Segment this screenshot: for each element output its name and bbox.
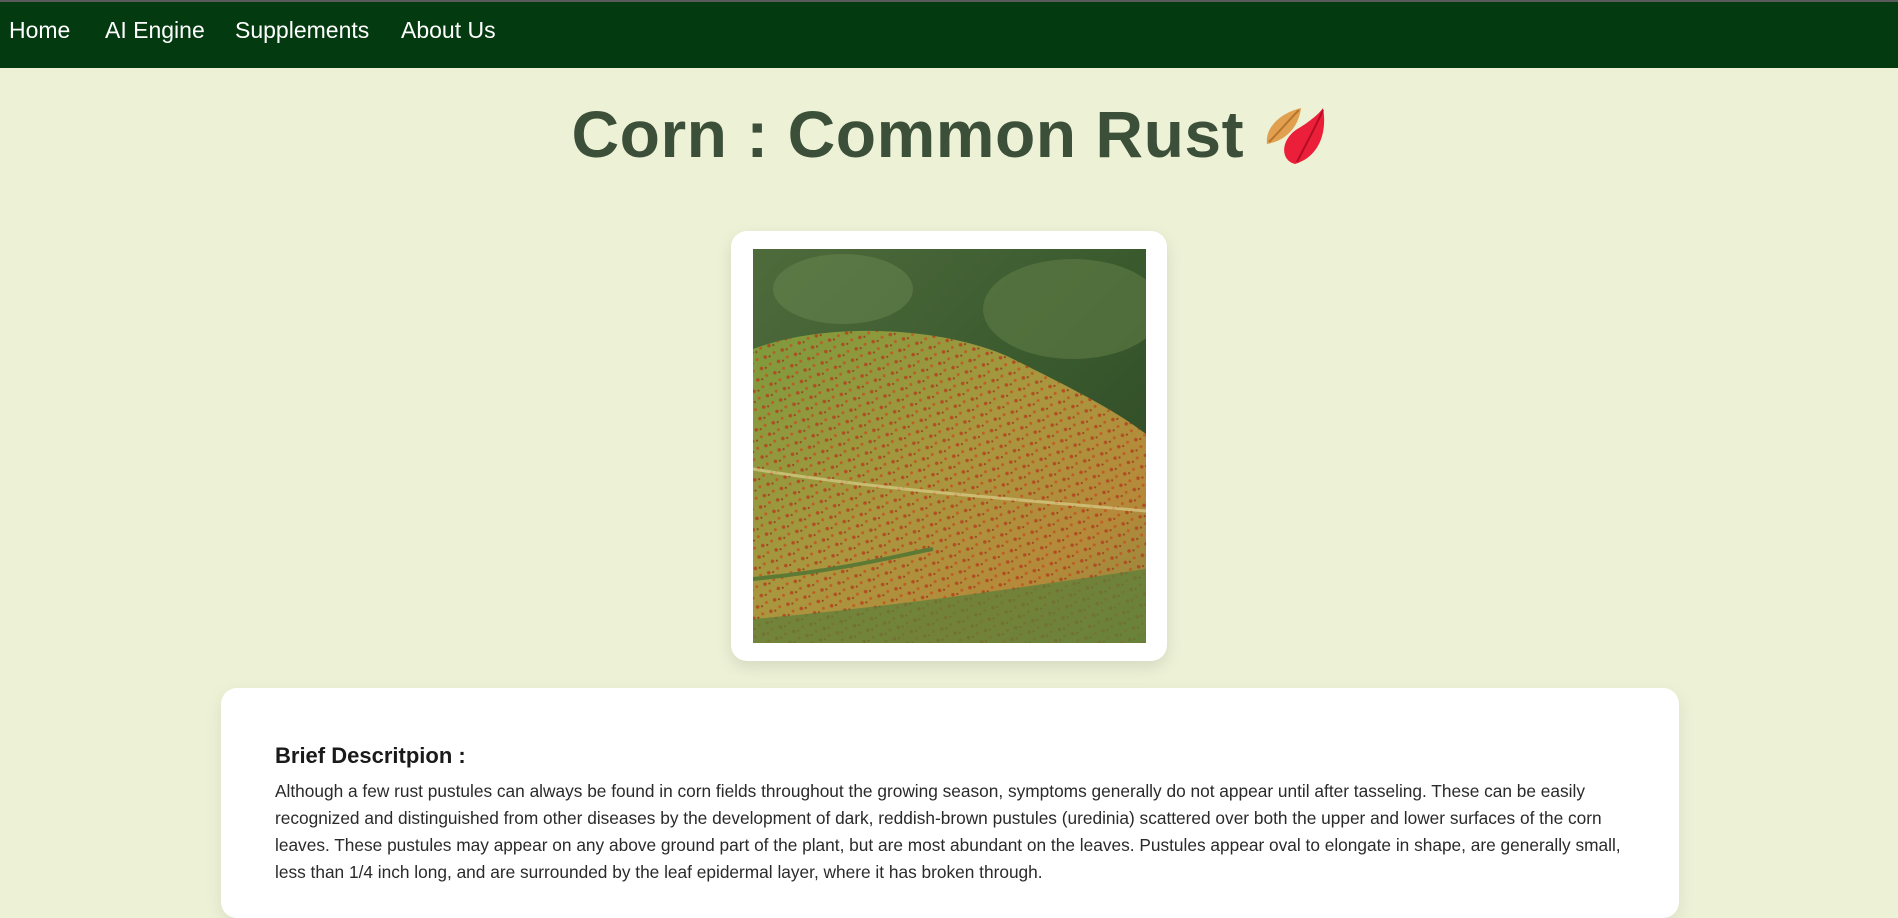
description-card: Brief Descritpion : Although a few rust … — [221, 688, 1679, 918]
top-navbar: Home AI Engine Supplements About Us — [0, 2, 1898, 68]
nav-home-link[interactable]: Home — [9, 15, 70, 45]
description-heading: Brief Descritpion : — [275, 743, 466, 768]
nav-ai-engine-link[interactable]: AI Engine — [105, 15, 205, 45]
corn-leaf-rust-image — [753, 249, 1146, 643]
disease-image-card — [731, 231, 1167, 661]
page-title: Corn : Common Rust — [571, 97, 1245, 171]
page-header: Corn : Common Rust — [0, 96, 1898, 172]
nav-supplements-link[interactable]: Supplements — [235, 15, 369, 45]
fallen-leaf-icon — [1259, 100, 1327, 168]
description-text: Although a few rust pustules can always … — [275, 781, 1621, 882]
nav-about-us-link[interactable]: About Us — [401, 15, 496, 45]
